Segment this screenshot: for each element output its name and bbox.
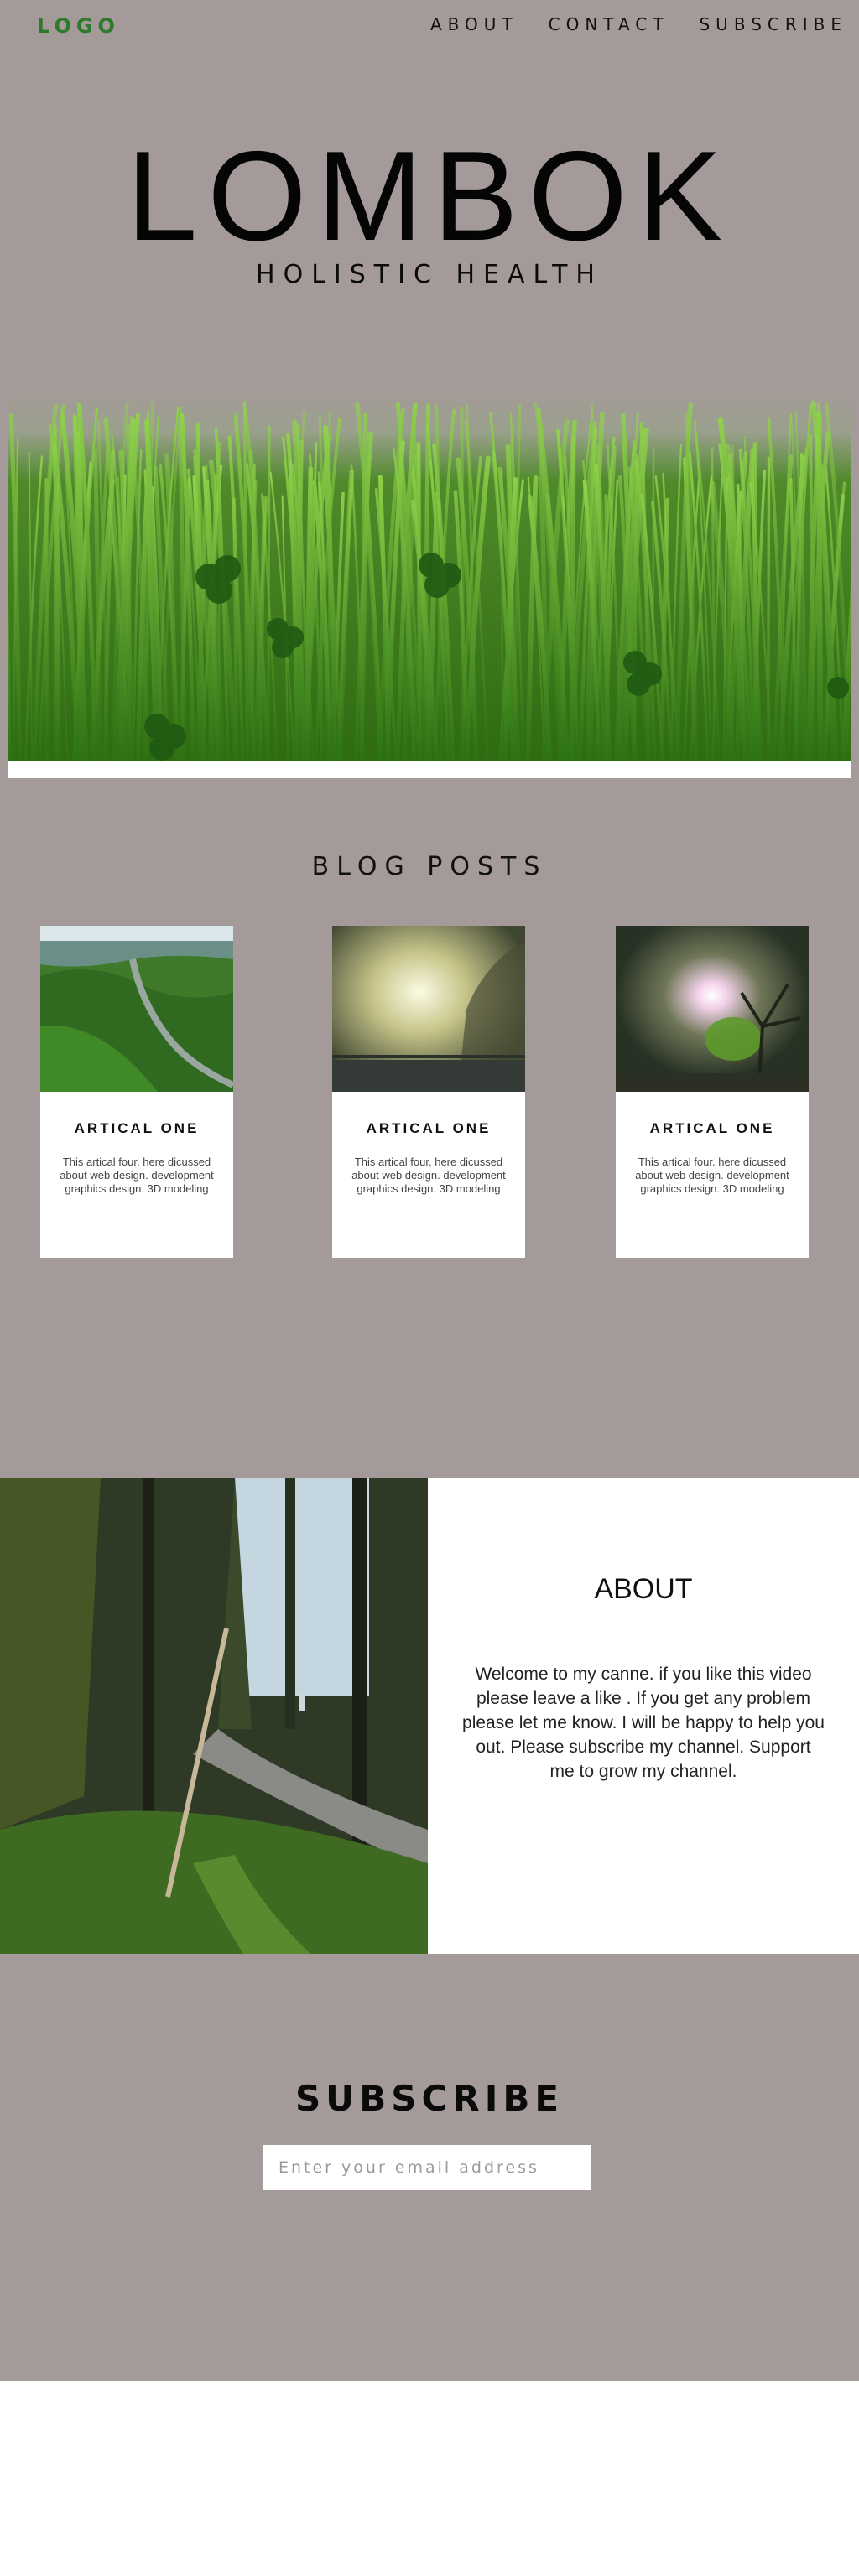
site-subtitle: HOLISTIC HEALTH	[256, 260, 603, 289]
blog-card[interactable]: ARTICAL ONE This artical four. here dicu…	[332, 926, 525, 1258]
about-text: Welcome to my canne. if you like this vi…	[462, 1665, 825, 1781]
about-panel: ABOUT Welcome to my canne. if you like t…	[428, 1478, 859, 1954]
about-image	[0, 1478, 428, 1954]
card-title: ARTICAL ONE	[74, 1120, 200, 1136]
card-title: ARTICAL ONE	[649, 1120, 775, 1136]
hero-section: LOGO ABOUT CONTACT SUBSCRIBE LOMBOK HOLI…	[0, 0, 859, 1478]
blog-card[interactable]: ARTICAL ONE This artical four. here dicu…	[616, 926, 809, 1258]
card-image[interactable]	[40, 926, 233, 1092]
blog-heading: BLOG POSTS	[311, 852, 548, 881]
card-text: This artical four. here dicussed about w…	[351, 1156, 506, 1195]
blog-card[interactable]: ARTICAL ONE This artical four. here dicu…	[40, 926, 233, 1258]
card-image[interactable]	[332, 926, 525, 1092]
misty-sky-tree-image	[332, 926, 525, 1092]
subscribe-section: SUBSCRIBE	[0, 1954, 859, 2381]
site-title: LOMBOK	[126, 125, 733, 267]
card-image[interactable]	[616, 926, 809, 1092]
card-text: This artical four. here dicussed about w…	[635, 1156, 789, 1195]
card-text: This artical four. here dicussed about w…	[60, 1156, 214, 1195]
nav-subscribe[interactable]: SUBSCRIBE	[699, 14, 847, 34]
nav-contact[interactable]: CONTACT	[549, 14, 669, 34]
main-nav: ABOUT CONTACT SUBSCRIBE	[430, 14, 847, 34]
forest-path-image	[0, 1478, 428, 1954]
grass-clover-image	[8, 386, 851, 770]
sun-flare-tree-image	[616, 926, 809, 1092]
grass-banner	[8, 386, 851, 778]
forest-valley-image	[40, 926, 233, 1092]
card-title: ARTICAL ONE	[366, 1120, 492, 1136]
nav-about[interactable]: ABOUT	[430, 14, 518, 34]
subscribe-heading: SUBSCRIBE	[294, 2078, 565, 2119]
about-heading: ABOUT	[594, 1573, 693, 1605]
logo[interactable]: LOGO	[37, 14, 120, 38]
email-input[interactable]	[263, 2145, 591, 2190]
page: LOGO ABOUT CONTACT SUBSCRIBE LOMBOK HOLI…	[0, 0, 859, 2576]
